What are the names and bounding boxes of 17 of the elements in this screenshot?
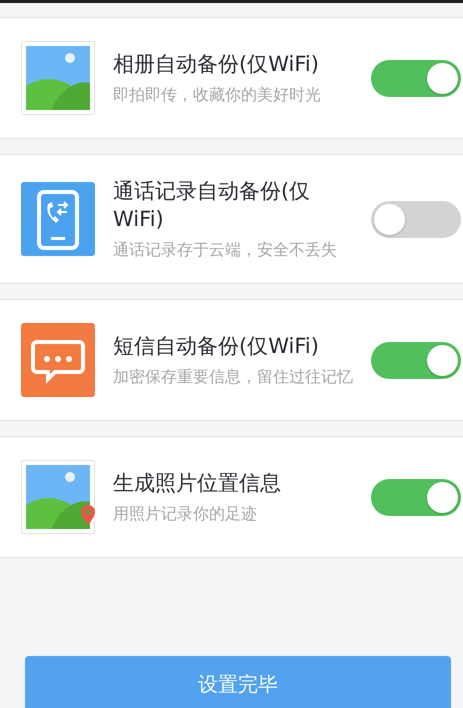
message-icon bbox=[21, 323, 95, 397]
done-button[interactable]: 设置完毕 bbox=[25, 656, 451, 708]
toggle-switch[interactable] bbox=[371, 478, 461, 516]
setting-description: 通话记录存于云端，安全不丢失 bbox=[113, 239, 338, 261]
toggle-switch[interactable] bbox=[371, 342, 461, 378]
setting-description: 加密保存重要信息，留住过往记忆 bbox=[113, 366, 353, 388]
photo-location-icon bbox=[21, 460, 95, 534]
toggle-switch[interactable] bbox=[371, 200, 461, 238]
setting-description: 即拍即传，收藏你的美好时光 bbox=[113, 84, 322, 106]
photo-icon bbox=[21, 41, 95, 115]
toggle-switch[interactable] bbox=[371, 60, 461, 96]
setting-title: 相册自动备份(仅WiFi) bbox=[113, 51, 320, 78]
setting-title: 短信自动备份(仅WiFi) bbox=[113, 333, 320, 360]
setting-title: 生成照片位置信息 bbox=[113, 470, 282, 497]
setting-title: 通话记录自动备份(仅WiFi) bbox=[113, 178, 312, 233]
setting-description: 用照片记录你的足迹 bbox=[113, 503, 258, 525]
phone-icon bbox=[21, 182, 95, 256]
